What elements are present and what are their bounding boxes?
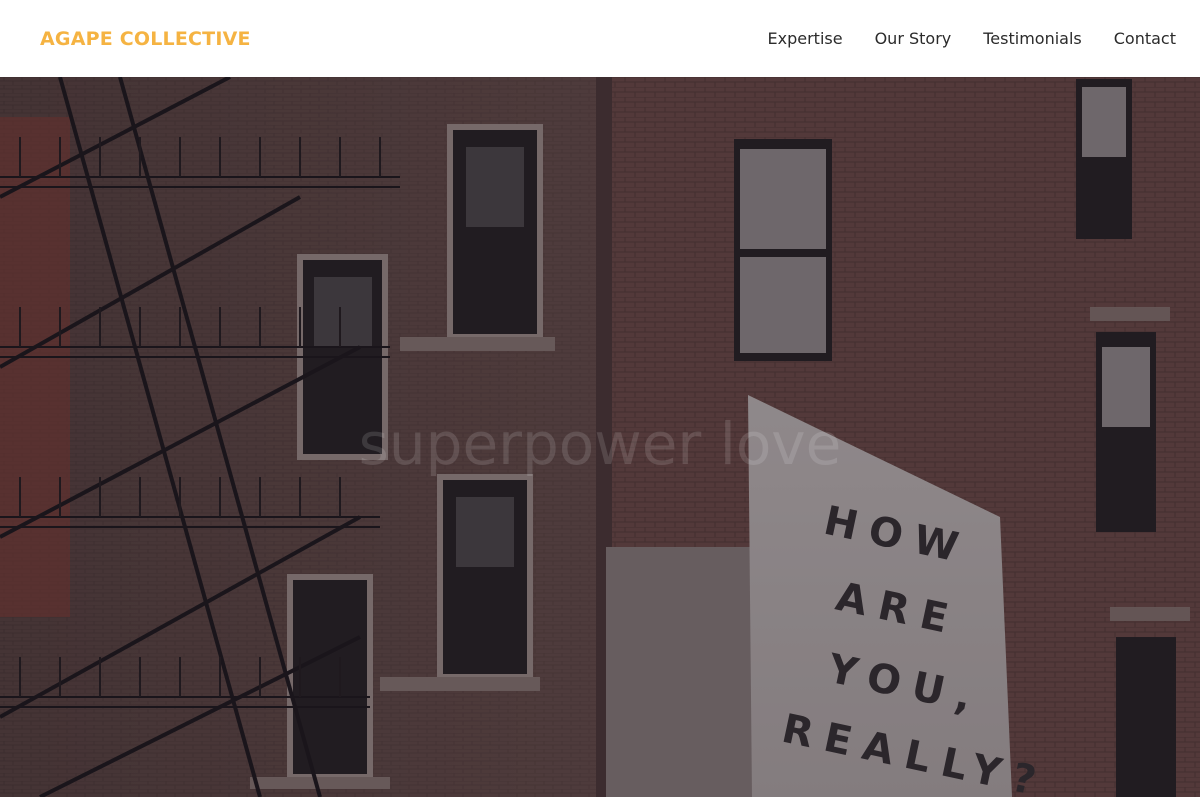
nav-link-expertise[interactable]: Expertise: [768, 29, 843, 48]
top-navbar: AGAPE COLLECTIVE Expertise Our Story Tes…: [0, 0, 1200, 77]
brand-logo[interactable]: AGAPE COLLECTIVE: [40, 28, 251, 50]
nav-link-contact[interactable]: Contact: [1114, 29, 1176, 48]
nav-link-our-story[interactable]: Our Story: [875, 29, 952, 48]
hero-section: HOW ARE YOU, REALLY? superpower love: [0, 77, 1200, 797]
nav-link-testimonials[interactable]: Testimonials: [983, 29, 1082, 48]
hero-tagline: superpower love: [358, 410, 842, 478]
nav-menu: Expertise Our Story Testimonials Contact: [768, 29, 1176, 48]
